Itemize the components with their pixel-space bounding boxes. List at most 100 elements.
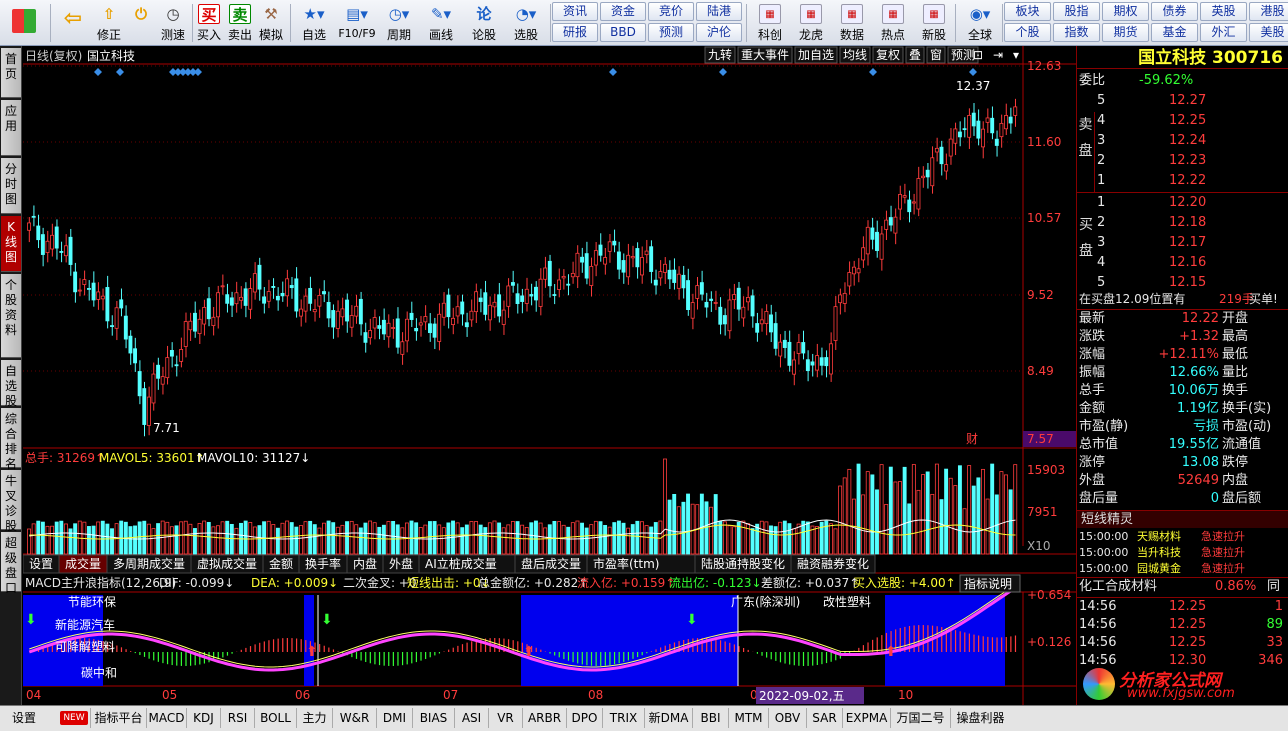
- indicator-button[interactable]: RSI: [220, 708, 254, 728]
- indicator-button[interactable]: MTM: [728, 708, 768, 728]
- quick-button-0-3[interactable]: 陆港: [696, 2, 742, 21]
- indicator-button[interactable]: KDJ: [186, 708, 220, 728]
- left-tab-0[interactable]: 首页: [1, 48, 21, 98]
- fix-button[interactable]: ⇧ 修正: [94, 1, 124, 45]
- draw-button[interactable]: ✎▾ 画线: [420, 1, 462, 45]
- left-tab-6[interactable]: 综合排名: [1, 408, 21, 471]
- indicator-button[interactable]: 指标平台: [90, 708, 146, 728]
- feature-button-0[interactable]: ▦ 科创: [750, 1, 790, 45]
- candle-body: [736, 287, 741, 310]
- left-tab-5[interactable]: 自选股: [1, 360, 21, 408]
- hammer-icon: ⚒: [264, 5, 278, 23]
- indicator-button[interactable]: BBI: [692, 708, 728, 728]
- market-button-1-0[interactable]: 个股: [1004, 23, 1051, 42]
- simulate-button[interactable]: ⚒ 模拟: [256, 1, 286, 45]
- market-button-1-2[interactable]: 期货: [1102, 23, 1149, 42]
- market-button-0-0[interactable]: 板块: [1004, 2, 1051, 21]
- quick-button-1-0[interactable]: 研报: [552, 23, 598, 42]
- indicator-button[interactable]: TRIX: [602, 708, 644, 728]
- stock-pick-button[interactable]: ◔▾ 选股: [504, 1, 548, 45]
- volume-bar: [497, 522, 502, 555]
- candle-body: [962, 128, 967, 131]
- vol-ma10: MAVOL10: 31127↓: [197, 451, 310, 465]
- watchlist-button[interactable]: ★▾ 自选: [294, 1, 334, 45]
- speed-test-button[interactable]: ◷ 测速: [158, 1, 188, 45]
- quick-button-1-3[interactable]: 沪伦: [696, 23, 742, 42]
- stock-discuss-label: 论股: [471, 28, 496, 42]
- volume-bar: [225, 520, 230, 555]
- stock-discuss-button[interactable]: 论论股: [466, 1, 502, 45]
- volume-bar: [381, 524, 386, 555]
- period-button[interactable]: ◷▾ 周期: [380, 1, 418, 45]
- feature-button-3[interactable]: ▦ 热点: [873, 1, 913, 45]
- market-button-0-3[interactable]: 债券: [1151, 2, 1198, 21]
- candle-body: [842, 292, 847, 304]
- indicator-button[interactable]: BIAS: [412, 708, 454, 728]
- sell-button[interactable]: 卖卖出: [226, 1, 254, 45]
- quick-button-1-1[interactable]: BBD: [600, 23, 646, 42]
- indicator-button[interactable]: DPO: [566, 708, 602, 728]
- indicator-button[interactable]: 新DMA: [644, 708, 692, 728]
- candle-body: [418, 322, 423, 326]
- market-button-1-1[interactable]: 指数: [1053, 23, 1100, 42]
- indicator-button[interactable]: ARBR: [522, 708, 566, 728]
- quick-button-0-0[interactable]: 资讯: [552, 2, 598, 21]
- candle-body: [718, 306, 723, 325]
- market-button-0-4[interactable]: 英股: [1200, 2, 1247, 21]
- indicator-button[interactable]: 万国二号: [890, 708, 950, 728]
- market-button-1-3[interactable]: 基金: [1151, 23, 1198, 42]
- indicator-button[interactable]: 操盘利器: [950, 708, 1010, 728]
- market-button-0-1[interactable]: 股指: [1053, 2, 1100, 21]
- buy-button[interactable]: 买买入: [195, 1, 223, 45]
- left-tab-8[interactable]: 超级盘口: [1, 532, 21, 595]
- volume-bar: [686, 493, 690, 555]
- volume-bar: [990, 463, 995, 555]
- market-button-1-4[interactable]: 外汇: [1200, 23, 1247, 42]
- signal-arrow-icon: ⬆: [885, 644, 897, 660]
- candle-body: [695, 285, 700, 299]
- f10-button[interactable]: ▤▾ F10/F9: [336, 1, 378, 45]
- indicator-button[interactable]: DMI: [376, 708, 412, 728]
- left-tab-1[interactable]: 应用: [1, 100, 21, 156]
- volume-bar: [971, 485, 976, 555]
- quick-button-0-2[interactable]: 竞价: [648, 2, 694, 21]
- candle-body: [483, 292, 488, 315]
- volume-bar: [294, 526, 299, 555]
- indicator-button[interactable]: OBV: [768, 708, 806, 728]
- global-button[interactable]: ◉▾ 全球: [958, 1, 1002, 45]
- indicator-button[interactable]: VR: [488, 708, 522, 728]
- indicator-button[interactable]: SAR: [806, 708, 842, 728]
- indicator-button[interactable]: EXPMA: [842, 708, 890, 728]
- market-button-1-5[interactable]: 美股: [1249, 23, 1288, 42]
- volume-bar: [469, 521, 474, 555]
- settings-button[interactable]: 设置: [4, 708, 44, 728]
- left-tab-4[interactable]: 个股资料: [1, 274, 21, 358]
- kline-chart[interactable]: 日线(复权) 国立科技 九转 重大事件 加自选 均线 复权叠窗预测⊡ ⇥ ▾ 12.63 11.60…: [22, 46, 1076, 705]
- volume-bar: [612, 522, 617, 555]
- quick-button-1-2[interactable]: 预测: [648, 23, 694, 42]
- menu-grid-button[interactable]: [2, 1, 46, 45]
- feature-button-1[interactable]: ▦ 龙虎: [791, 1, 831, 45]
- market-button-0-2[interactable]: 期权: [1102, 2, 1149, 21]
- left-tab-7[interactable]: 牛叉诊股: [1, 470, 21, 533]
- left-tab-3[interactable]: K线图: [1, 216, 21, 272]
- speed-test-label: 测速: [160, 28, 185, 42]
- feature-button-2[interactable]: ▦ 数据: [832, 1, 872, 45]
- back-button[interactable]: ⇦: [54, 1, 92, 45]
- volume-bar: [211, 526, 216, 555]
- indicator-button[interactable]: 主力: [296, 708, 332, 728]
- sell-level-row: 3 12.24: [1097, 133, 1207, 148]
- left-tab-2[interactable]: 分时图: [1, 158, 21, 214]
- indicator-button[interactable]: W&R: [332, 708, 376, 728]
- candle-body: [898, 194, 902, 210]
- candle-body: [815, 355, 820, 371]
- indicator-button[interactable]: BOLL: [254, 708, 296, 728]
- candle-body: [805, 359, 810, 372]
- feature-button-4[interactable]: ▦ 新股: [914, 1, 954, 45]
- market-button-0-5[interactable]: 港股: [1249, 2, 1288, 21]
- auto-button[interactable]: ⏻: [126, 1, 156, 45]
- quick-button-0-1[interactable]: 资金: [600, 2, 646, 21]
- indicator-button[interactable]: ASI: [454, 708, 488, 728]
- indicator-button[interactable]: MACD: [146, 708, 186, 728]
- volume-bar: [137, 521, 142, 555]
